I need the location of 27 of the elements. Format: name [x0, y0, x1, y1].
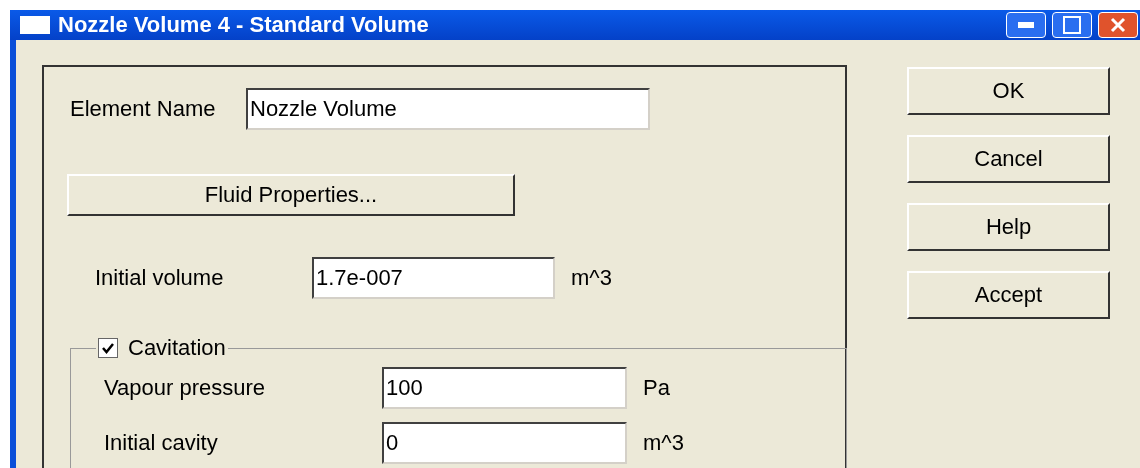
- unit-label: m^3: [643, 430, 684, 456]
- input-field[interactable]: 1.7e-007: [312, 257, 555, 299]
- field-label: Initial cavity: [104, 430, 219, 456]
- window-title: Nozzle Volume 4 - Standard Volume: [58, 12, 430, 38]
- checkbox-label: Cavitation: [128, 335, 226, 361]
- dialog-button[interactable]: OK: [907, 67, 1110, 115]
- dialog-button[interactable]: Accept: [907, 271, 1110, 319]
- dialog-button[interactable]: Cancel: [907, 135, 1110, 183]
- input-field[interactable]: Nozzle Volume: [246, 88, 650, 130]
- minimize-button[interactable]: [1006, 12, 1046, 38]
- minimize-icon: [1018, 22, 1034, 28]
- unit-label: m^3: [571, 265, 612, 291]
- dialog-button[interactable]: Help: [907, 203, 1110, 251]
- field-label: Element Name: [70, 96, 217, 122]
- window-icon: [20, 16, 50, 34]
- fluid-properties-button[interactable]: Fluid Properties...: [67, 174, 515, 216]
- close-icon: [1110, 17, 1126, 33]
- checkbox[interactable]: [98, 338, 118, 358]
- field-label: Initial volume: [95, 265, 225, 291]
- check-icon: [101, 341, 115, 355]
- maximize-button[interactable]: [1052, 12, 1092, 38]
- unit-label: Pa: [643, 375, 670, 401]
- close-button[interactable]: [1098, 12, 1138, 38]
- input-field[interactable]: 100: [382, 367, 627, 409]
- maximize-icon: [1063, 16, 1081, 34]
- field-label: Vapour pressure: [104, 375, 266, 401]
- input-field[interactable]: 0: [382, 422, 627, 464]
